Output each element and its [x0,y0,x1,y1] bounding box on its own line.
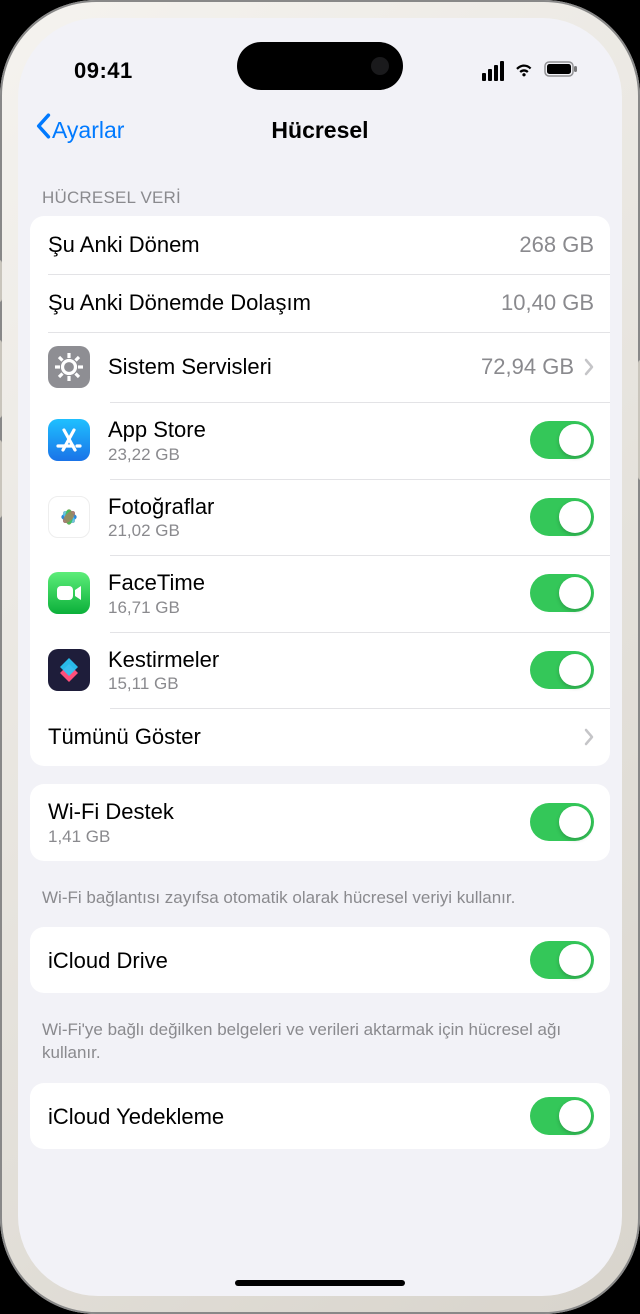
wifi-assist-footer: Wi-Fi bağlantısı zayıfsa otomatik olarak… [18,879,622,914]
app-usage: 23,22 GB [108,445,530,465]
app-usage: 15,11 GB [108,674,530,694]
toggle-switch[interactable] [530,941,594,979]
roaming-label: Şu Anki Dönemde Dolaşım [48,289,501,317]
icloud-backup-label: iCloud Yedekleme [48,1103,530,1131]
icloud-drive-label: iCloud Drive [48,947,530,975]
gear-icon [48,346,90,388]
toggle-switch[interactable] [530,651,594,689]
show-all-row[interactable]: Tümünü Göster [30,708,610,766]
app-name: Kestirmeler [108,646,530,674]
toggle-switch[interactable] [530,498,594,536]
icloud-backup-row: iCloud Yedekleme [30,1083,610,1149]
wifi-assist-label: Wi-Fi Destek [48,798,530,826]
battery-icon [544,61,578,82]
wifi-assist-usage: 1,41 GB [48,827,530,847]
show-all-label: Tümünü Göster [48,723,574,751]
icloud-drive-footer: Wi-Fi'ye bağlı değilken belgeleri ve ver… [18,1011,622,1069]
status-icons [482,59,578,84]
appstore-icon [48,419,90,461]
icloud-drive-group: iCloud Drive [30,927,610,993]
wifi-icon [512,59,536,84]
back-label: Ayarlar [52,117,124,144]
current-period-value: 268 GB [519,232,594,258]
side-button [0,340,2,418]
icloud-drive-row: iCloud Drive [30,927,610,993]
toggle-switch[interactable] [530,803,594,841]
system-services-value: 72,94 GB [481,354,574,380]
nav-bar: Ayarlar Hücresel [18,98,622,162]
app-row-shortcuts: Kestirmeler 15,11 GB [30,632,610,709]
home-indicator[interactable] [235,1280,405,1286]
wifi-assist-row: Wi-Fi Destek 1,41 GB [30,784,610,861]
section-header: HÜCRESEL VERİ [18,162,622,216]
roaming-value: 10,40 GB [501,290,594,316]
app-usage: 16,71 GB [108,598,530,618]
app-name: App Store [108,416,530,444]
app-row-photos: Fotoğraflar 21,02 GB [30,479,610,556]
device-frame: 09:41 Ayarlar Hücresel [0,0,640,1314]
icloud-backup-group: iCloud Yedekleme [30,1083,610,1149]
status-time: 09:41 [74,58,133,84]
side-button [0,440,2,518]
dynamic-island [237,42,403,90]
app-row-appstore: App Store 23,22 GB [30,402,610,479]
side-button [0,260,2,302]
cellular-data-group: Şu Anki Dönem 268 GB Şu Anki Dönemde Dol… [30,216,610,766]
current-period-label: Şu Anki Dönem [48,231,519,259]
wifi-assist-group: Wi-Fi Destek 1,41 GB [30,784,610,861]
roaming-row: Şu Anki Dönemde Dolaşım 10,40 GB [30,274,610,332]
current-period-row: Şu Anki Dönem 268 GB [30,216,610,274]
chevron-left-icon [34,112,52,144]
shortcuts-icon [48,649,90,691]
app-name: Fotoğraflar [108,493,530,521]
toggle-switch[interactable] [530,421,594,459]
screen: 09:41 Ayarlar Hücresel [18,18,622,1296]
toggle-switch[interactable] [530,1097,594,1135]
content: HÜCRESEL VERİ Şu Anki Dönem 268 GB Şu An… [18,162,622,1276]
app-usage: 21,02 GB [108,521,530,541]
photos-icon [48,496,90,538]
toggle-switch[interactable] [530,574,594,612]
back-button[interactable]: Ayarlar [30,110,128,150]
chevron-right-icon [584,728,594,746]
facetime-icon [48,572,90,614]
system-services-label: Sistem Servisleri [108,353,481,381]
chevron-right-icon [584,358,594,376]
cellular-signal-icon [482,61,504,81]
app-name: FaceTime [108,569,530,597]
system-services-row[interactable]: Sistem Servisleri 72,94 GB [30,332,610,402]
app-row-facetime: FaceTime 16,71 GB [30,555,610,632]
